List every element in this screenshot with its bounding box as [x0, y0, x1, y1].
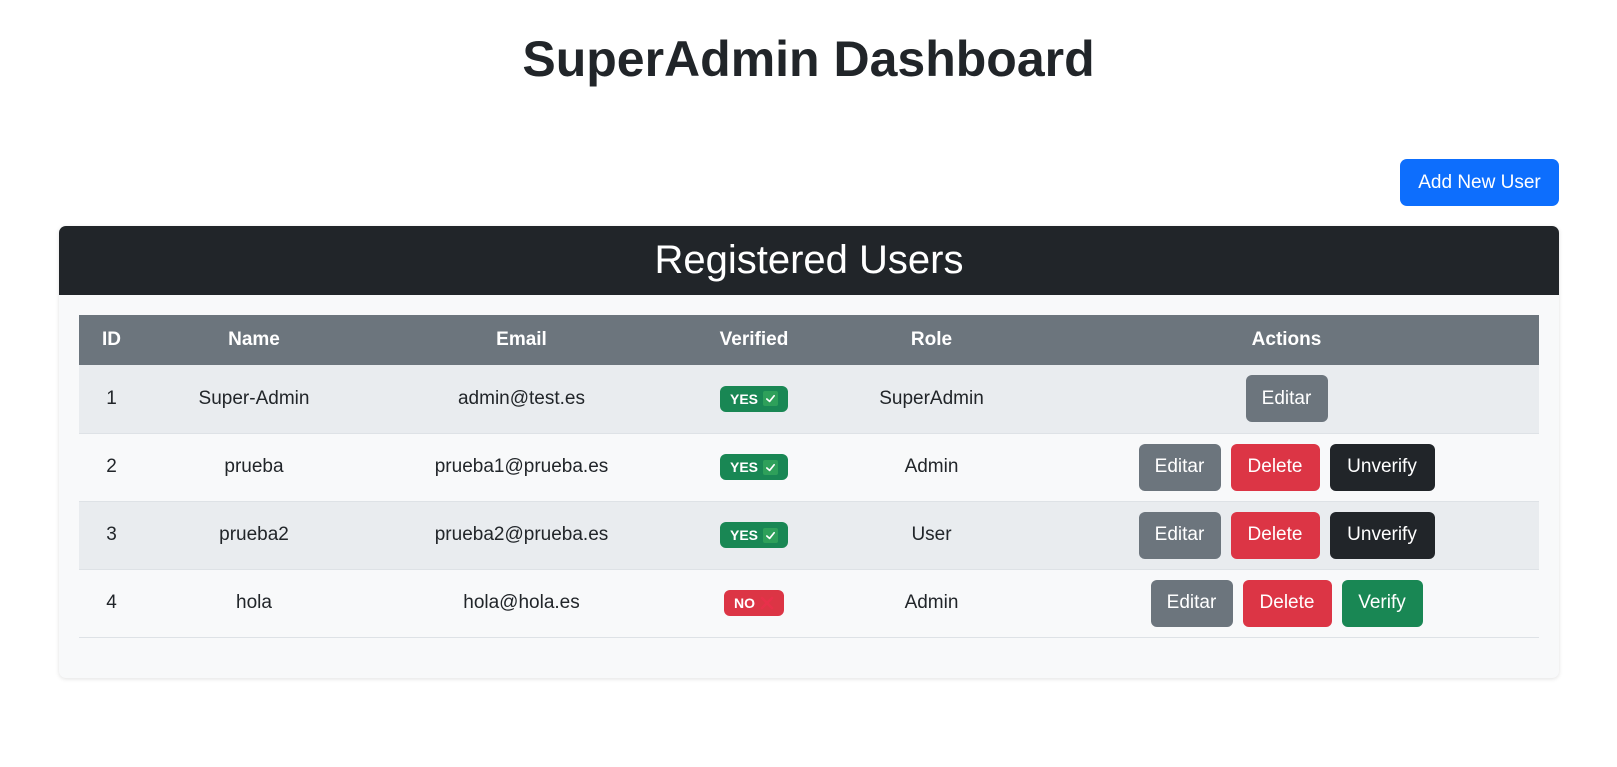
cell-role: User [911, 524, 952, 545]
cell-role: SuperAdmin [879, 387, 984, 409]
x-icon [760, 596, 774, 610]
users-table-body: 1 Super-Admin admin@test.es YES SuperAdmin Ed… [79, 365, 1539, 637]
cell-verified: YES [679, 501, 829, 569]
page-title: SuperAdmin Dashboard [522, 31, 1095, 87]
row-actions: Editar Delete Unverify [1034, 443, 1539, 491]
column-header-id: ID [102, 329, 121, 350]
check-icon [763, 459, 778, 475]
delete-button[interactable]: Delete [1230, 511, 1320, 559]
edit-button[interactable]: Editar [1245, 375, 1328, 423]
verified-badge: NO [724, 590, 784, 616]
cell-id: 3 [106, 524, 117, 545]
edit-button[interactable]: Editar [1138, 511, 1221, 559]
table-row: 4 hola hola@hola.es NO Admin Editar Delete Veri… [79, 569, 1539, 637]
unverify-button[interactable]: Unverify [1329, 443, 1435, 491]
cell-role: Admin [904, 592, 959, 613]
cell-name: hola [236, 592, 272, 613]
cell-name: prueba2 [219, 524, 289, 545]
cell-email: prueba2@prueba.es [434, 524, 609, 545]
cell-verified: YES [679, 365, 829, 433]
column-header-email: Email [496, 329, 547, 350]
table-row: 3 prueba2 prueba2@prueba.es YES User Editar De… [79, 501, 1539, 569]
cell-role: Admin [904, 456, 959, 477]
cell-email: hola@hola.es [463, 592, 580, 613]
users-card: Registered Users ID Name Email Verified … [59, 226, 1559, 678]
column-header-verified: Verified [719, 329, 789, 350]
cell-actions: Editar Delete Verify [1034, 569, 1539, 637]
users-table: ID Name Email Verified Role Actions 1 Sup… [79, 315, 1539, 638]
cell-verified: YES [679, 433, 829, 501]
add-new-user-button[interactable]: Add New User [1400, 159, 1559, 206]
table-row: 2 prueba prueba1@prueba.es YES Admin Editar De… [79, 433, 1539, 501]
cell-id: 2 [106, 456, 117, 477]
table-row: 1 Super-Admin admin@test.es YES SuperAdmin Ed… [79, 365, 1539, 433]
column-header-name: Name [228, 329, 280, 350]
verified-badge-label: YES [729, 459, 758, 475]
verified-badge-label: YES [729, 527, 758, 543]
verified-badge-label: NO [734, 595, 755, 611]
row-actions: Editar Delete Unverify [1034, 511, 1539, 559]
row-actions: Editar Delete Verify [1034, 579, 1539, 627]
check-icon [763, 391, 778, 407]
row-actions: Editar [1034, 375, 1539, 423]
column-header-actions: Actions [1251, 329, 1322, 350]
check-icon [763, 527, 778, 543]
column-header-role: Role [910, 329, 953, 350]
unverify-button[interactable]: Unverify [1329, 511, 1435, 559]
cell-email: admin@test.es [457, 387, 585, 409]
table-header-row: ID Name Email Verified Role Actions [79, 315, 1539, 365]
delete-button[interactable]: Delete [1230, 443, 1320, 491]
card-title: Registered Users [59, 226, 1559, 295]
cell-id: 1 [106, 387, 117, 409]
cell-name: Super-Admin [198, 387, 310, 409]
cell-actions: Editar [1034, 365, 1539, 433]
verify-button[interactable]: Verify [1341, 579, 1423, 627]
cell-id: 4 [106, 592, 117, 613]
verified-badge: YES [719, 385, 788, 412]
edit-button[interactable]: Editar [1138, 443, 1221, 491]
cell-actions: Editar Delete Unverify [1034, 433, 1539, 501]
cell-verified: NO [679, 569, 829, 637]
cell-name: prueba [224, 456, 284, 477]
cell-actions: Editar Delete Unverify [1034, 501, 1539, 569]
edit-button[interactable]: Editar [1150, 579, 1233, 627]
delete-button[interactable]: Delete [1242, 579, 1332, 627]
verified-badge: YES [719, 522, 788, 548]
verified-badge: YES [719, 454, 788, 480]
verified-badge-label: YES [729, 390, 758, 407]
cell-email: prueba1@prueba.es [434, 456, 609, 477]
